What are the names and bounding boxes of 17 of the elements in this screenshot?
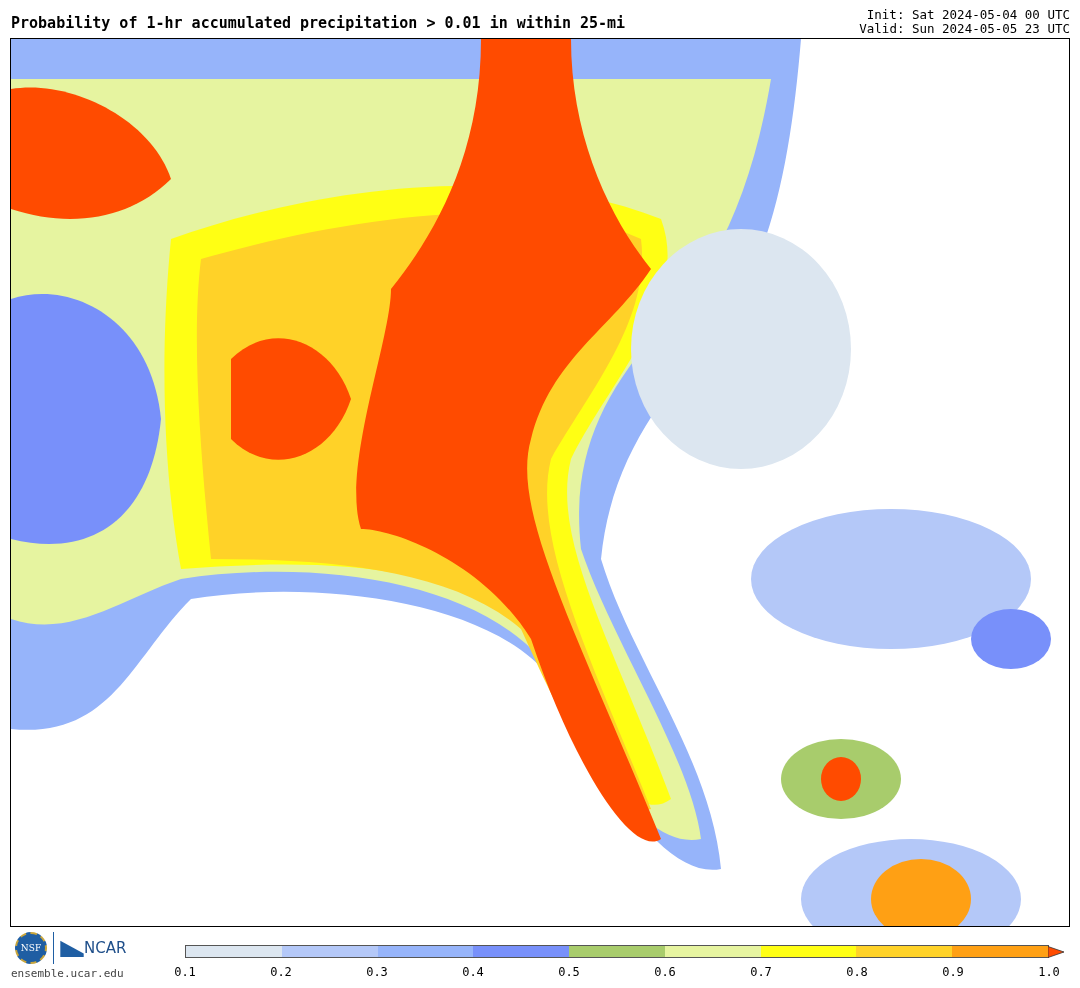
valid-time: Valid: Sun 2024-05-05 23 UTC (859, 22, 1070, 36)
colorbar-tick-label: 0.2 (269, 965, 293, 979)
colorbar-tick-label: 0.3 (365, 965, 389, 979)
colorbar-tick-label: 0.9 (941, 965, 965, 979)
colorbar-tick-label: 0.1 (173, 965, 197, 979)
site-url: ensemble.ucar.edu (11, 967, 124, 980)
colorbar-tick-label: 0.4 (461, 965, 485, 979)
ncar-mark-icon (60, 939, 84, 957)
ncar-logo: NCAR (84, 939, 127, 957)
colorbar-tick-label: 1.0 (1037, 965, 1061, 979)
colorbar-tick-label: 0.6 (653, 965, 677, 979)
colorbar-tick-label: 0.5 (557, 965, 581, 979)
nsf-logo: NSF (15, 932, 47, 964)
colorbar-tick-label: 0.7 (749, 965, 773, 979)
init-time: Init: Sat 2024-05-04 00 UTC (866, 8, 1070, 22)
chart-title: Probability of 1-hr accumulated precipitation > 0.01 in within 25-mi (11, 14, 626, 34)
colorbar-tick-label: 0.8 (845, 965, 869, 979)
